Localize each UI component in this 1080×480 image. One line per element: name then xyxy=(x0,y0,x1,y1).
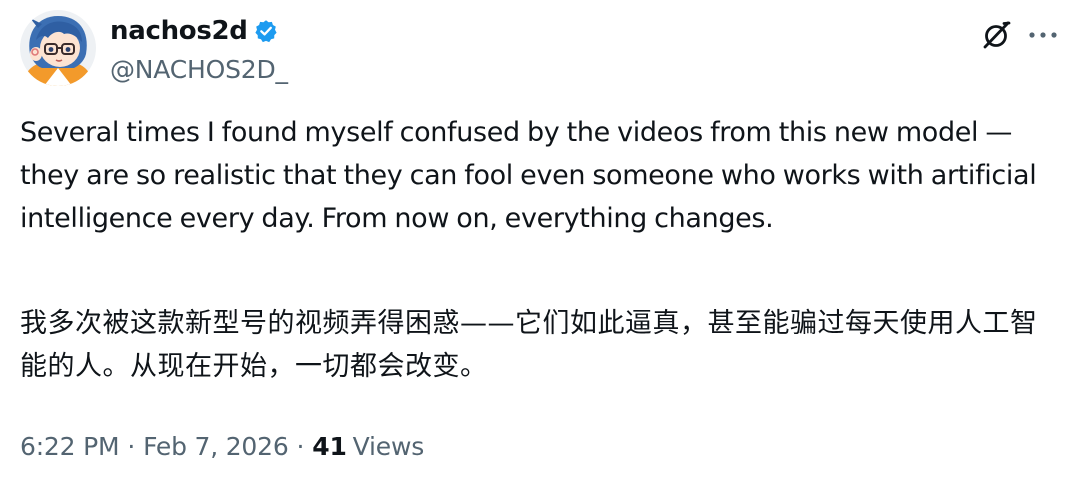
tweet-metadata: 6:22 PM · Feb 7, 2026 · 41 Views xyxy=(20,432,424,461)
views-count: 41 xyxy=(312,432,347,461)
tweet-text-chinese: 我多次被这款新型号的视频弄得困惑——它们如此逼真，甚至能骗过每天使用人工智能的人… xyxy=(20,308,1038,382)
views-label: Views xyxy=(352,432,425,461)
verified-badge-icon xyxy=(254,19,278,43)
name-row: nachos2d xyxy=(110,14,288,48)
tweet-header: nachos2d @NACHOS2D_ xyxy=(20,8,1060,88)
avatar[interactable] xyxy=(20,10,96,86)
user-meta: nachos2d @NACHOS2D_ xyxy=(110,14,288,84)
header-actions xyxy=(980,18,1060,52)
more-horizontal-icon[interactable] xyxy=(1026,18,1060,52)
anime-girl-avatar-icon xyxy=(20,10,96,86)
display-name[interactable]: nachos2d xyxy=(110,16,248,46)
tweet-date[interactable]: Feb 7, 2026 xyxy=(143,432,289,461)
user-handle[interactable]: @NACHOS2D_ xyxy=(110,55,288,84)
meta-separator: · xyxy=(296,432,305,461)
tweet-time[interactable]: 6:22 PM xyxy=(20,432,120,461)
tweet-text-english: Several times I found myself confused by… xyxy=(20,117,1037,234)
meta-separator: · xyxy=(127,432,136,461)
grok-icon[interactable] xyxy=(980,18,1014,52)
tweet-card: nachos2d @NACHOS2D_ Several times I foun… xyxy=(0,0,1080,480)
